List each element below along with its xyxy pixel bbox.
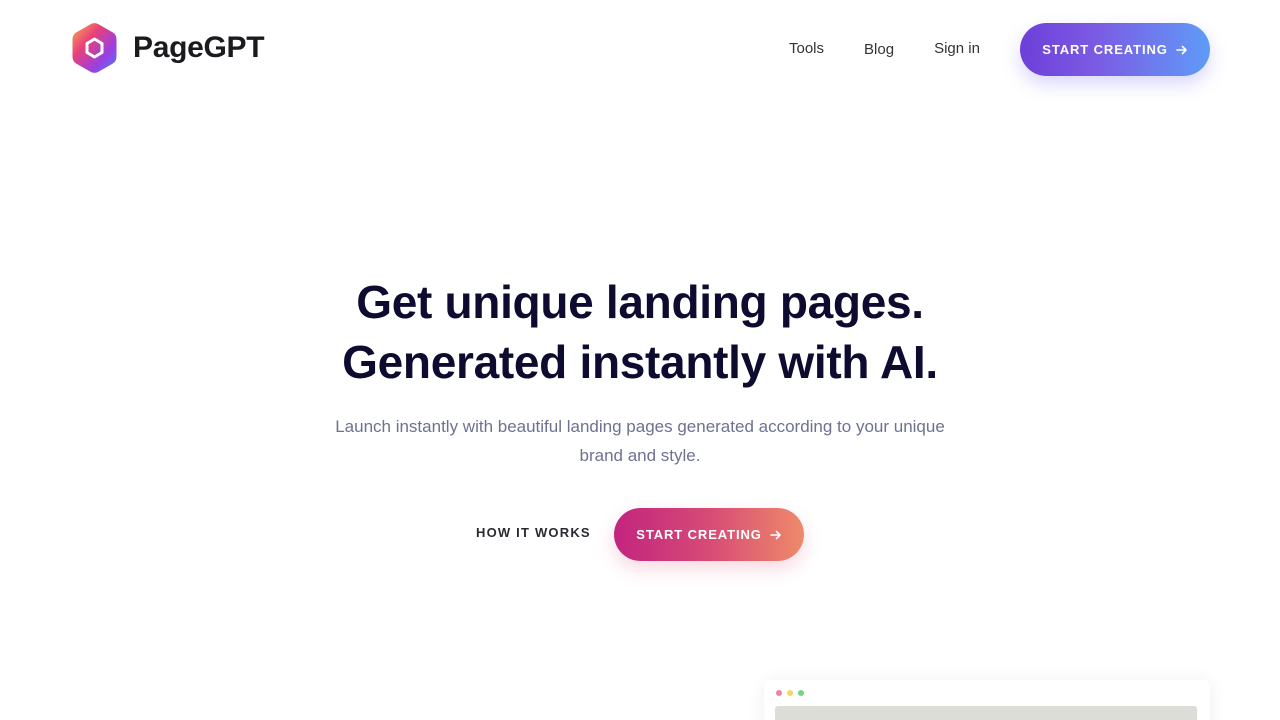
site-header: PageGPT Tools Blog Sign in START CREATIN… [0,0,1280,97]
hero-start-creating-button[interactable]: START CREATING [614,508,804,561]
how-it-works-link[interactable]: HOW IT WORKS [476,525,591,540]
arrow-right-icon [1175,45,1187,54]
window-dot-green [798,690,804,696]
main-nav: Tools Blog Sign in [789,0,980,97]
nav-link-tools[interactable]: Tools [789,40,824,57]
window-dot-red [776,690,782,696]
header-start-creating-label: START CREATING [1042,42,1168,57]
nav-link-blog[interactable]: Blog [864,41,894,58]
landing-page: PageGPT Tools Blog Sign in START CREATIN… [0,0,1280,720]
window-dot-yellow [787,690,793,696]
preview-content [775,706,1197,720]
hero-title-line-1: Get unique landing pages. [356,276,924,328]
hero-subtitle-line-2: brand and style. [579,446,701,465]
header-start-creating-button[interactable]: START CREATING [1020,23,1210,76]
arrow-right-icon [769,530,781,539]
brand-logo-link[interactable]: PageGPT [72,22,265,74]
nav-link-sign-in[interactable]: Sign in [934,40,980,57]
brand-name: PageGPT [133,31,265,64]
hero-title-line-2: Generated instantly with AI. [342,336,938,388]
hexagon-logo-icon [72,23,117,73]
window-controls [776,690,804,696]
hero-title: Get unique landing pages. Generated inst… [0,272,1280,392]
hero-subtitle: Launch instantly with beautiful landing … [320,412,960,470]
preview-window [764,680,1210,720]
hero-start-creating-label: START CREATING [636,527,762,542]
hero-subtitle-line-1: Launch instantly with beautiful landing … [335,417,945,436]
